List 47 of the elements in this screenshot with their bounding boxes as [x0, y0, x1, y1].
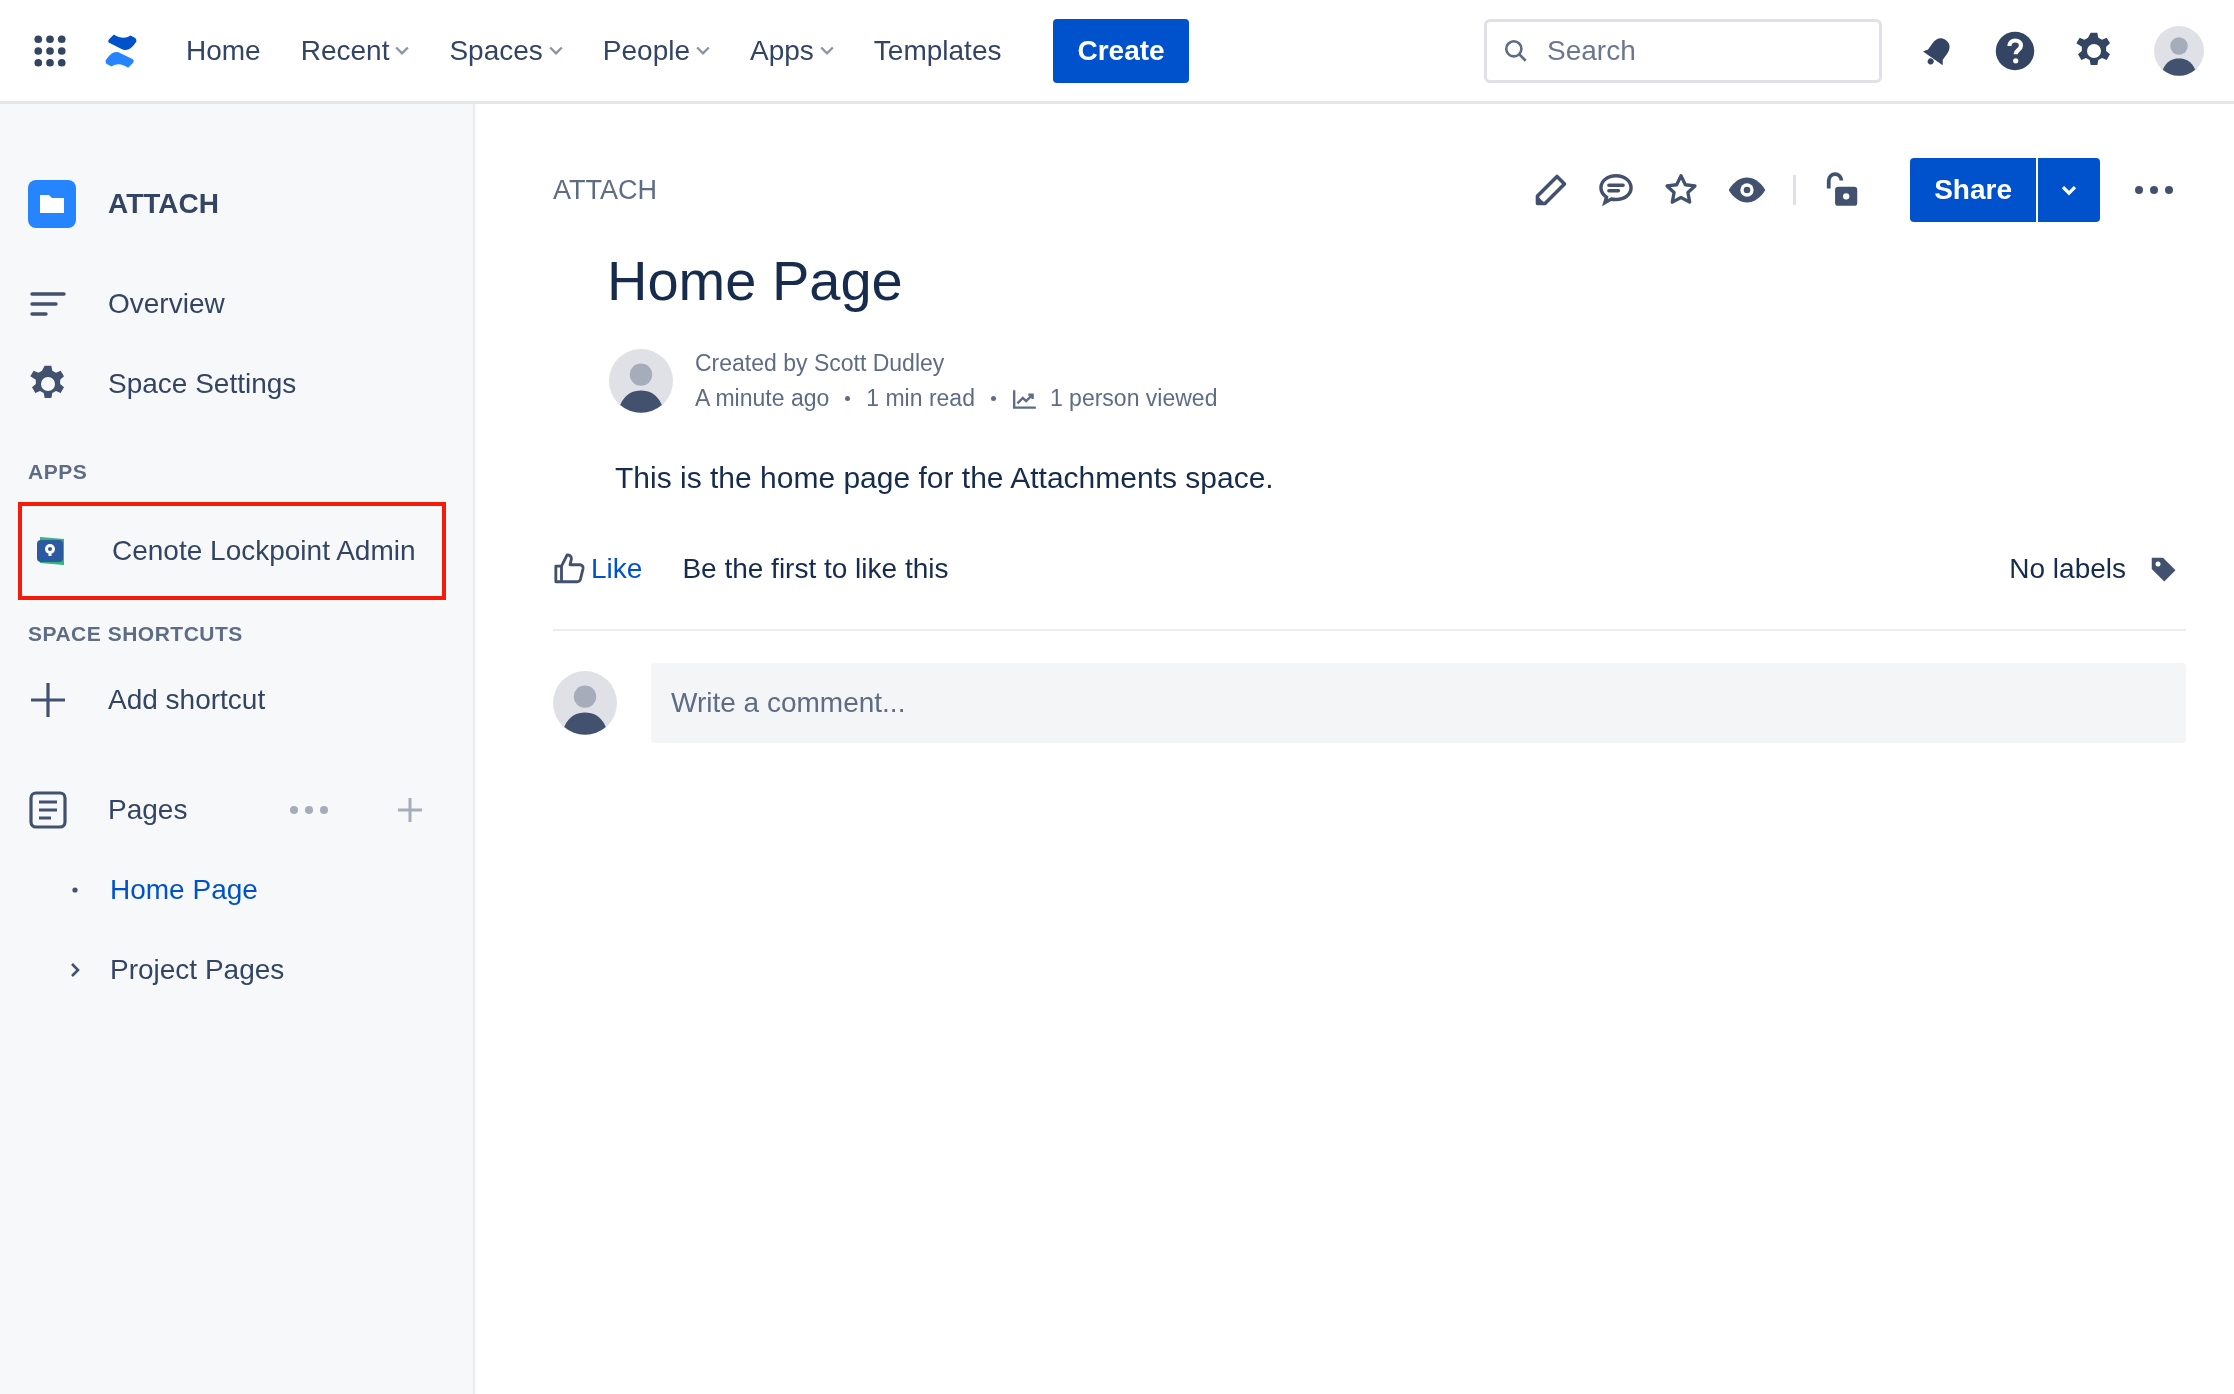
chevron-down-icon: [2061, 184, 2077, 196]
thumbs-up-icon: [553, 552, 587, 586]
page-tree-item[interactable]: Home Page: [28, 850, 453, 930]
chevron-right-icon[interactable]: [70, 962, 80, 978]
more-icon[interactable]: [2134, 185, 2174, 195]
create-button[interactable]: Create: [1053, 18, 1189, 83]
add-shortcut-link[interactable]: Add shortcut: [28, 660, 453, 740]
labels-text: No labels: [2009, 553, 2126, 585]
user-avatar: [553, 671, 617, 735]
nav-link[interactable]: People: [602, 34, 710, 67]
sidebar-app-item[interactable]: Cenote Lockpoint Admin: [18, 502, 446, 600]
created-time: A minute ago: [695, 385, 830, 412]
folder-icon: [28, 180, 76, 228]
page-body-text: This is the home page for the Attachments space.: [615, 461, 1275, 495]
app-grid-icon[interactable]: [34, 34, 66, 67]
plus-icon: [28, 680, 68, 720]
page-tree-item[interactable]: Project Pages: [28, 930, 453, 1010]
page-title: Home Page: [607, 248, 904, 313]
nav-link[interactable]: Templates: [873, 34, 1002, 67]
section-heading: APPS: [28, 460, 89, 484]
sidebar-item[interactable]: Space Settings: [28, 344, 453, 424]
byline: Created by Scott Dudley: [695, 350, 946, 377]
separator-dot: [990, 396, 996, 401]
view-count[interactable]: 1 person viewed: [1049, 385, 1218, 412]
nav-link[interactable]: Home: [186, 34, 261, 67]
document-icon: [28, 790, 68, 830]
sidebar-item[interactable]: Overview: [28, 264, 453, 344]
share-button[interactable]: Share: [1910, 158, 2036, 222]
like-hint: Be the first to like this: [682, 553, 949, 585]
author-avatar[interactable]: [609, 349, 673, 413]
separator-dot: [845, 396, 851, 401]
share-menu-button[interactable]: [2036, 158, 2100, 222]
nav-link[interactable]: Recent: [300, 34, 410, 67]
trend-chart-icon: [1011, 387, 1038, 410]
breadcrumb-link[interactable]: ATTACH: [553, 174, 657, 206]
pages-link[interactable]: Pages: [108, 794, 249, 826]
comment-field[interactable]: Write a comment...: [651, 663, 2186, 743]
search-field[interactable]: Search: [1484, 18, 1882, 83]
read-time: 1 min read: [866, 385, 975, 412]
comment-icon[interactable]: [1597, 171, 1636, 209]
space-name[interactable]: ATTACH: [108, 188, 219, 220]
help-icon[interactable]: [1994, 29, 2036, 72]
nav-link[interactable]: Spaces: [449, 34, 563, 67]
like-button[interactable]: Like: [553, 552, 643, 586]
user-avatar[interactable]: [2154, 25, 2204, 76]
section-heading: SPACE SHORTCUTS: [28, 622, 244, 646]
nav-link[interactable]: Apps: [750, 34, 834, 67]
